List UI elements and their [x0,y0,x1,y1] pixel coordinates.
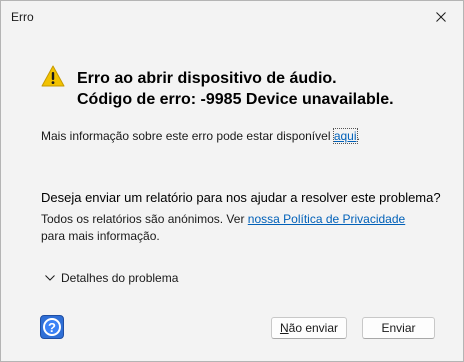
window-title: Erro [11,10,34,24]
more-info-suffix: . [356,129,360,143]
help-glyph: ? [48,319,56,335]
more-info-label: Mais informação sobre este erro pode est… [41,129,334,143]
chevron-down-icon [45,275,55,281]
anonymous-notice-suffix: para mais informação. [41,229,160,243]
privacy-policy-link[interactable]: nossa Política de Privacidade [248,212,405,226]
close-icon [436,12,446,22]
anonymous-notice-label: Todos os relatórios são anónimos. Ver [41,212,248,226]
send-button[interactable]: Enviar [362,317,435,339]
more-info-text: Mais informação sobre este erro pode est… [41,128,360,144]
close-button[interactable] [419,1,463,33]
report-question: Deseja enviar um relatório para nos ajud… [41,190,441,205]
warning-triangle-icon [41,65,65,87]
dont-send-button[interactable]: Não enviar [271,317,347,339]
error-heading-line1: Erro ao abrir dispositivo de áudio. [77,70,337,87]
anonymous-notice: Todos os relatórios são anónimos. Ver no… [41,212,405,226]
error-heading-line2: Código de erro: -9985 Device unavailable… [77,91,394,108]
title-bar: Erro [1,1,463,33]
problem-details-label: Detalhes do problema [61,271,179,285]
dont-send-label: ão enviar [288,321,339,335]
error-dialog: Erro Erro ao abrir dispositivo de áudio.… [0,0,464,362]
dont-send-mnemonic: N [279,321,289,335]
help-button[interactable]: ? [40,315,64,339]
error-heading: Erro ao abrir dispositivo de áudio. Códi… [77,68,394,110]
problem-details-toggle[interactable]: Detalhes do problema [45,271,178,285]
more-info-link[interactable]: aqui [332,128,358,144]
help-icon: ? [43,318,61,336]
